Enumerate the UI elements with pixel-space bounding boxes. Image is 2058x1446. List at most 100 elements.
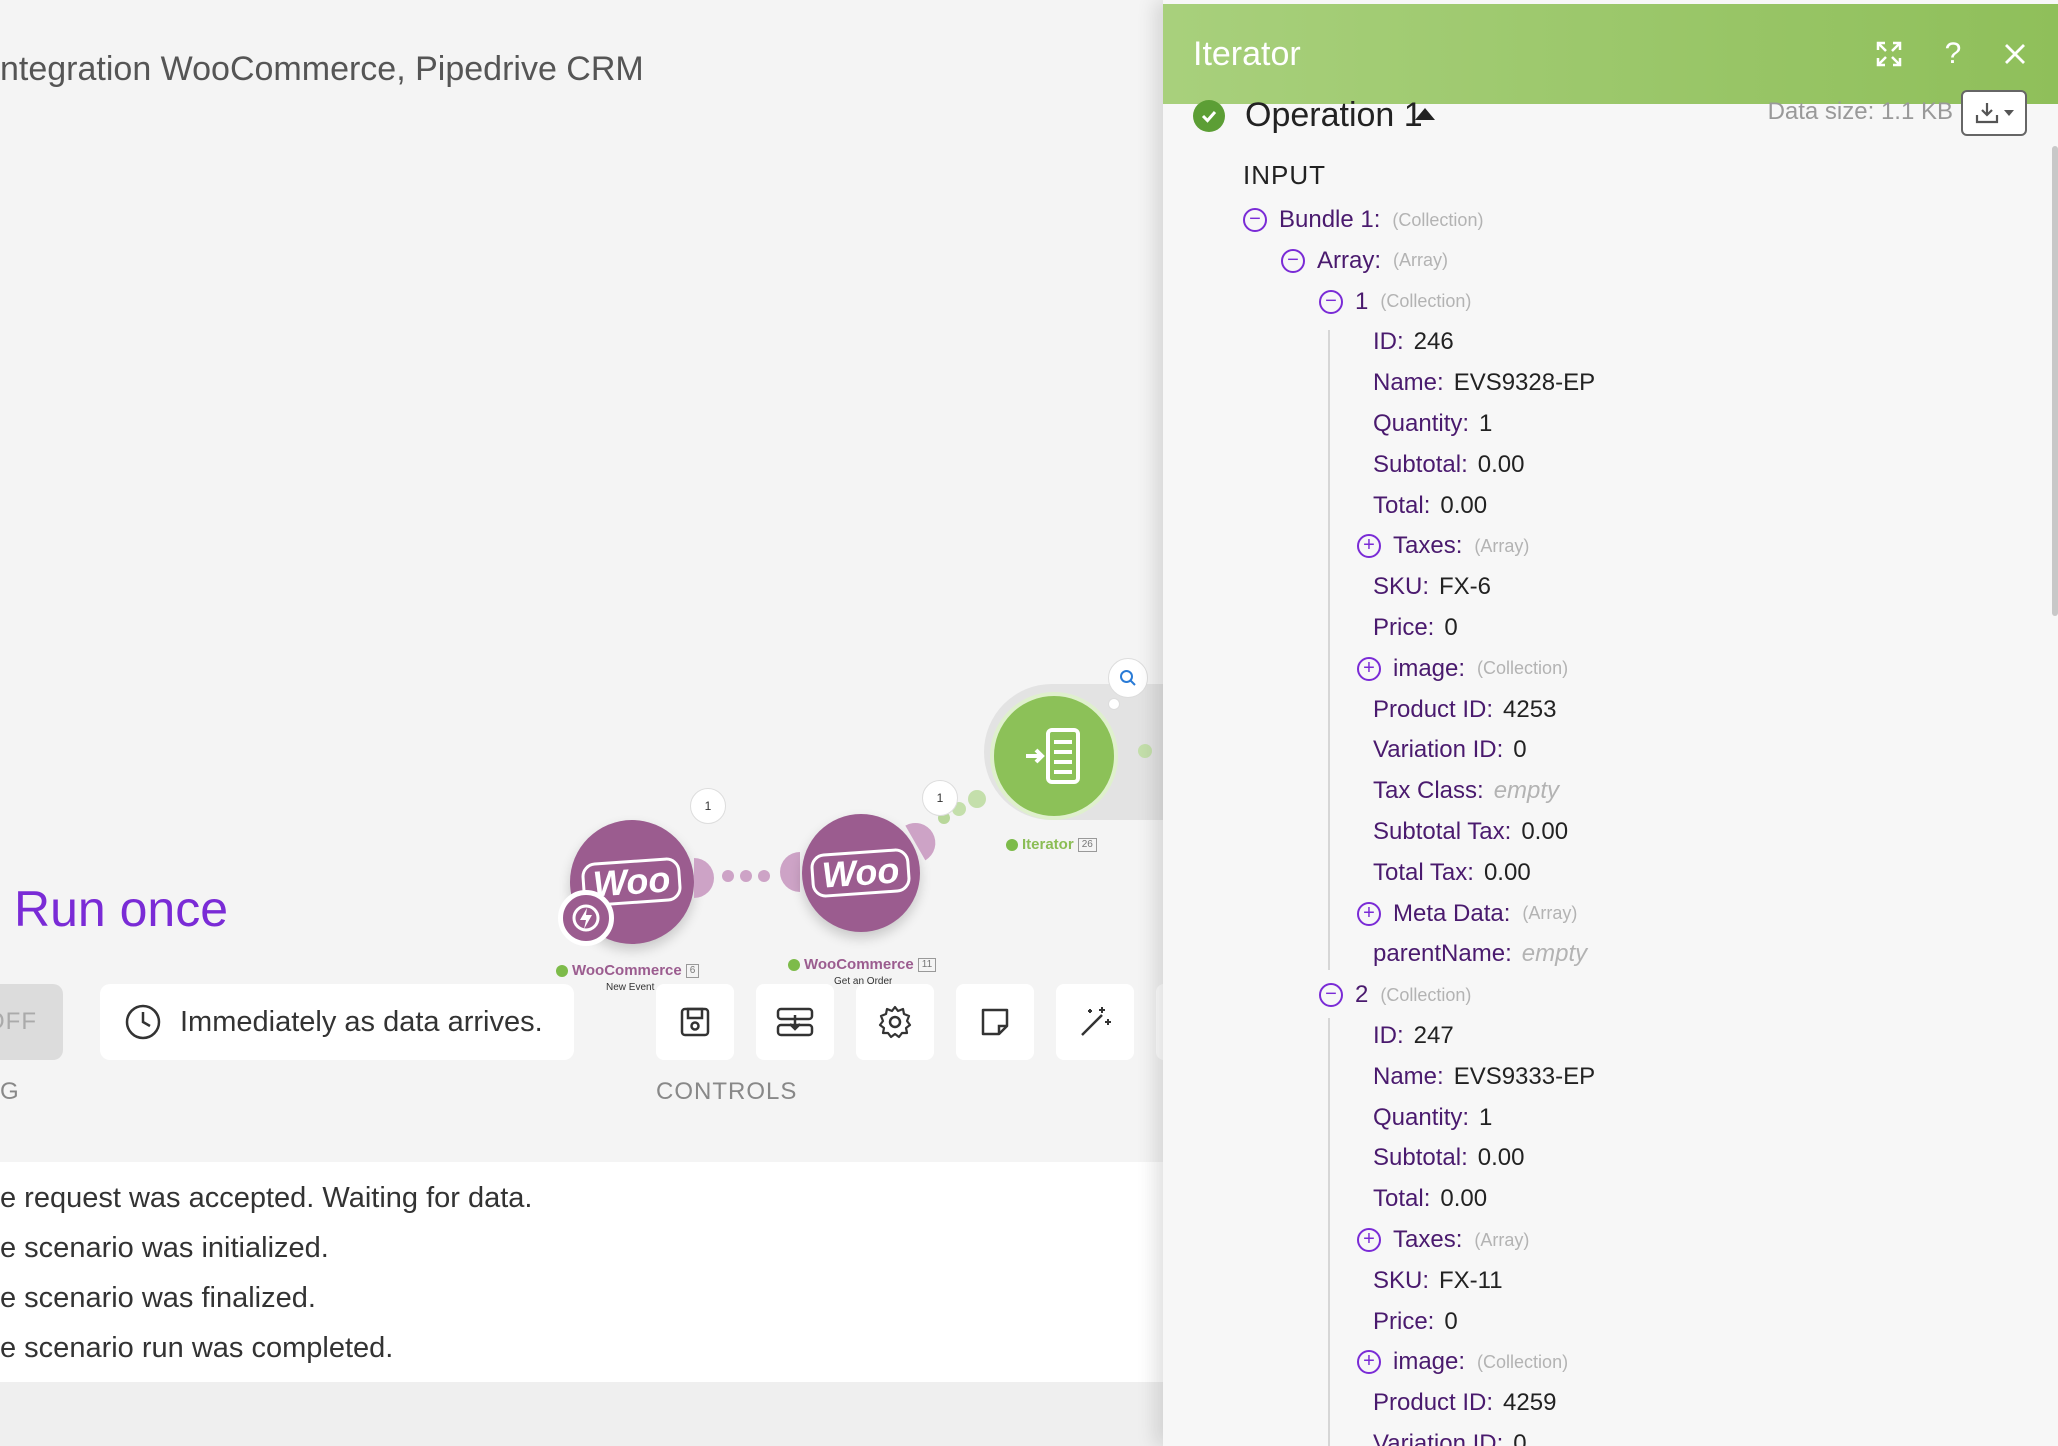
tree-leaf: ID: 246 xyxy=(1373,324,1454,360)
tree-leaf: Price: 0 xyxy=(1373,610,1458,646)
tree-leaf: SKU: FX-11 xyxy=(1373,1263,1503,1299)
tree-value: 4259 xyxy=(1503,1389,1557,1417)
tree-node-collapsible[interactable]: + Meta Data: (Array) xyxy=(1357,896,1577,932)
tree-type: (Array) xyxy=(1522,903,1578,924)
woocommerce-get-order-node[interactable]: Woo xyxy=(802,814,920,932)
tree-node-collapsible[interactable]: + Taxes: (Array) xyxy=(1357,528,1529,564)
scrollbar[interactable] xyxy=(2052,146,2058,616)
log-line: e scenario was finalized. xyxy=(0,1282,316,1314)
tree-key: Total: xyxy=(1373,491,1431,519)
auto-align-button[interactable] xyxy=(756,984,834,1060)
instant-trigger-icon xyxy=(558,890,614,946)
tree-key: Variation ID: xyxy=(1373,1430,1504,1446)
tree-empty-value: empty xyxy=(1521,940,1588,968)
expand-icon[interactable]: + xyxy=(1357,1350,1381,1375)
operation-count-badge[interactable]: 1 xyxy=(690,788,726,824)
bundle-tree: − Bundle 1: (Collection) − Array: (Array) −1 (C… xyxy=(1163,0,2058,1446)
expand-icon[interactable]: + xyxy=(1357,656,1381,681)
tree-value: 0.00 xyxy=(1440,491,1488,519)
tree-key: ID: xyxy=(1373,1022,1404,1049)
connector-dot xyxy=(758,870,770,882)
tree-node-collapsible[interactable]: −1 (Collection) xyxy=(1319,284,1471,320)
tree-node-collapsible[interactable]: − Array: (Array) xyxy=(1281,243,1448,279)
tree-type: (Collection) xyxy=(1477,1351,1569,1372)
connector-handle[interactable] xyxy=(694,858,714,898)
expand-icon[interactable]: + xyxy=(1357,1228,1381,1252)
tree-leaf: Name: EVS9333-EP xyxy=(1373,1059,1595,1095)
tree-key: Total: xyxy=(1373,1185,1431,1213)
auto-align-icon xyxy=(776,1007,814,1037)
tree-guide-line xyxy=(1328,330,1330,970)
magic-wand-button[interactable] xyxy=(1056,984,1134,1060)
tree-leaf: ID: 247 xyxy=(1373,1018,1454,1054)
tree-key: Product ID: xyxy=(1373,1389,1494,1417)
iterator-icon xyxy=(1026,728,1080,784)
collapse-icon[interactable]: − xyxy=(1281,248,1305,273)
tree-value: EVS9333-EP xyxy=(1453,1062,1596,1090)
scenario-settings-button[interactable] xyxy=(856,984,934,1060)
tree-node-collapsible[interactable]: + Taxes: (Array) xyxy=(1357,1222,1529,1258)
operation-count-badge[interactable]: 1 xyxy=(922,780,958,816)
tree-leaf: Total: 0.00 xyxy=(1373,1181,1487,1217)
tree-key: image: xyxy=(1393,654,1466,682)
tree-key: Product ID: xyxy=(1373,695,1494,723)
tree-leaf: parentName: empty xyxy=(1373,936,1587,972)
tree-type: (Array) xyxy=(1474,1229,1530,1250)
tree-value: FX-11 xyxy=(1439,1266,1503,1294)
tree-key: image: xyxy=(1393,1348,1466,1376)
schedule-setting[interactable]: Immediately as data arrives. xyxy=(100,984,574,1060)
connector-dot xyxy=(968,790,986,808)
bottom-bar xyxy=(0,1382,1170,1446)
tree-key: SKU: xyxy=(1373,573,1430,601)
tree-leaf: Tax Class: empty xyxy=(1373,773,1559,809)
log-line: e request was accepted. Waiting for data… xyxy=(0,1182,533,1214)
tree-value: 0 xyxy=(1513,736,1527,764)
tree-key: Total Tax: xyxy=(1373,858,1474,886)
iterator-node[interactable] xyxy=(990,692,1118,820)
notes-button[interactable] xyxy=(956,984,1034,1060)
tree-node-collapsible[interactable]: + image: (Collection) xyxy=(1357,1344,1568,1380)
tree-type: (Collection) xyxy=(1477,658,1569,679)
tree-key: Name: xyxy=(1373,369,1444,397)
scheduling-caption: G xyxy=(0,1078,20,1105)
tree-key: Name: xyxy=(1373,1062,1444,1090)
tree-leaf: Price: 0 xyxy=(1373,1304,1458,1340)
tree-key: 1 xyxy=(1355,287,1369,315)
log-line: e scenario run was completed. xyxy=(0,1332,394,1364)
node-label-iterator: Iterator 26 xyxy=(1006,836,1097,853)
collapse-icon[interactable]: − xyxy=(1319,289,1343,314)
tree-node-collapsible[interactable]: − Bundle 1: (Collection) xyxy=(1243,202,1483,238)
tree-value: 247 xyxy=(1413,1022,1454,1049)
tree-value: 4253 xyxy=(1503,695,1557,723)
tree-value: 1 xyxy=(1479,1103,1493,1131)
expand-icon[interactable]: + xyxy=(1357,534,1381,559)
tree-value: 0.00 xyxy=(1521,818,1569,845)
tree-key: Subtotal: xyxy=(1373,1144,1468,1172)
tree-node-collapsible[interactable]: −2 (Collection) xyxy=(1319,977,1471,1013)
tree-type: (Collection) xyxy=(1380,984,1472,1005)
tree-key: Tax Class: xyxy=(1373,777,1484,805)
node-subtitle: Get an Order xyxy=(834,976,893,984)
tree-key: Variation ID: xyxy=(1373,736,1504,764)
woocommerce-logo: Woo xyxy=(809,847,913,899)
tree-node-collapsible[interactable]: + image: (Collection) xyxy=(1357,651,1568,687)
tree-key: 2 xyxy=(1355,981,1369,1009)
success-icon xyxy=(1006,838,1018,851)
expand-icon[interactable]: + xyxy=(1357,901,1381,926)
tree-leaf: Total Tax: 0.00 xyxy=(1373,855,1531,891)
tree-leaf: Quantity: 1 xyxy=(1373,406,1492,442)
tree-leaf: Variation ID: 0 xyxy=(1373,1426,1527,1446)
node-label-woocommerce-1: WooCommerce 6 xyxy=(556,962,700,979)
connector-handle[interactable] xyxy=(780,852,800,892)
collapse-icon[interactable]: − xyxy=(1243,208,1267,232)
tree-guide-line xyxy=(1328,1018,1330,1446)
tree-key: ID: xyxy=(1373,328,1404,356)
controls-caption: CONTROLS xyxy=(656,1078,798,1105)
collapse-icon[interactable]: − xyxy=(1319,983,1343,1008)
tree-leaf: Product ID: 4259 xyxy=(1373,1385,1556,1421)
run-once-button[interactable]: Run once xyxy=(14,880,228,938)
inspect-bubble[interactable] xyxy=(1108,658,1148,698)
save-button[interactable] xyxy=(656,984,734,1060)
scheduling-toggle[interactable]: OFF xyxy=(0,984,63,1060)
success-icon xyxy=(556,964,568,977)
